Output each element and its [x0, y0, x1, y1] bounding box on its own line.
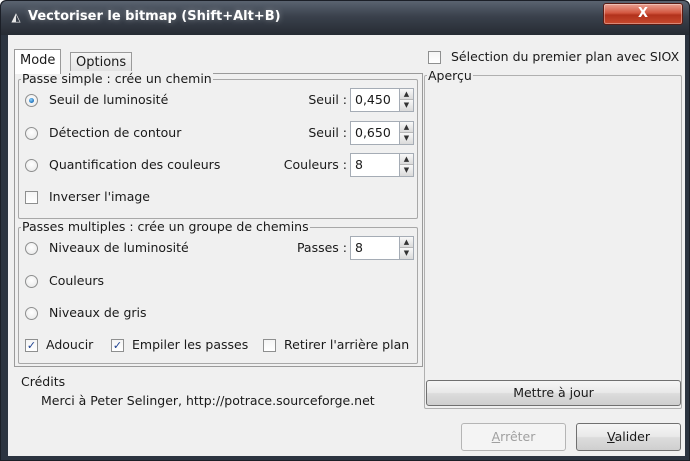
update-preview-button[interactable]: Mettre à jour: [426, 380, 681, 406]
colors-count-spinner[interactable]: 8 ▲ ▼: [350, 153, 414, 177]
window-title: Vectoriser le bitmap (Shift+Alt+B): [28, 9, 281, 24]
edge-threshold-spinner[interactable]: 0,650 ▲ ▼: [350, 121, 414, 145]
brightness-cutoff-radio[interactable]: [25, 94, 38, 107]
spin-down-icon[interactable]: ▼: [400, 100, 413, 111]
multi-pass-legend: Passes multiples : crée un groupe de che…: [21, 219, 310, 234]
colors-count-label: Couleurs :: [283, 157, 347, 172]
edge-detection-label: Détection de contour: [49, 125, 182, 140]
spin-buttons: ▲ ▼: [399, 237, 413, 259]
dialog-body: Mode Options Passe simple : crée un chem…: [8, 35, 685, 456]
smooth-label: Adoucir: [46, 337, 94, 352]
credits-text: Merci à Peter Selinger, http://potrace.s…: [41, 393, 375, 408]
tab-options[interactable]: Options: [70, 52, 133, 73]
spin-down-icon[interactable]: ▼: [400, 248, 413, 259]
spin-down-icon[interactable]: ▼: [400, 133, 413, 144]
colors-count-value[interactable]: 8: [355, 157, 363, 172]
ok-button[interactable]: Valider: [576, 423, 681, 451]
preview-legend: Aperçu: [427, 68, 473, 83]
scans-spinner[interactable]: 8 ▲ ▼: [350, 236, 414, 260]
colors-label: Couleurs: [49, 273, 105, 288]
smooth-checkbox[interactable]: ✓: [25, 339, 38, 352]
mode-tab-panel: Passe simple : crée un chemin Seuil de l…: [14, 71, 423, 367]
dialog-window: ◭ Vectoriser le bitmap (Shift+Alt+B) X M…: [0, 0, 690, 461]
credits-title: Crédits: [21, 374, 66, 389]
stack-scans-checkbox[interactable]: ✓: [111, 339, 124, 352]
spin-buttons: ▲ ▼: [399, 89, 413, 111]
spin-up-icon[interactable]: ▲: [400, 237, 413, 248]
remove-background-label: Retirer l'arrière plan: [284, 337, 410, 352]
color-quantization-label: Quantification des couleurs: [49, 157, 221, 172]
edge-threshold-value[interactable]: 0,650: [355, 125, 391, 140]
spin-up-icon[interactable]: ▲: [400, 122, 413, 133]
scans-value[interactable]: 8: [355, 240, 363, 255]
colors-radio[interactable]: [25, 275, 38, 288]
brightness-threshold-spinner[interactable]: 0,450 ▲ ▼: [350, 88, 414, 112]
brightness-steps-radio[interactable]: [25, 242, 38, 255]
spin-down-icon[interactable]: ▼: [400, 165, 413, 176]
spin-buttons: ▲ ▼: [399, 154, 413, 176]
grays-label: Niveaux de gris: [49, 305, 147, 320]
stop-button[interactable]: Arrêter: [461, 423, 566, 451]
remove-background-checkbox[interactable]: [263, 339, 276, 352]
brightness-cutoff-label: Seuil de luminosité: [49, 92, 169, 107]
title-bar[interactable]: ◭ Vectoriser le bitmap (Shift+Alt+B) X: [1, 1, 689, 35]
close-button[interactable]: X: [603, 3, 683, 25]
brightness-threshold-label: Seuil :: [308, 92, 347, 107]
siox-label: Sélection du premier plan avec SIOX: [451, 49, 680, 64]
invert-image-checkbox[interactable]: [25, 191, 38, 204]
tab-mode[interactable]: Mode: [14, 49, 62, 74]
multi-pass-group: Passes multiples : crée un groupe de che…: [18, 219, 418, 364]
invert-image-label: Inverser l'image: [49, 189, 150, 204]
brightness-steps-label: Niveaux de luminosité: [49, 240, 189, 255]
edge-threshold-label: Seuil :: [308, 125, 347, 140]
edge-detection-radio[interactable]: [25, 127, 38, 140]
color-quantization-radio[interactable]: [25, 159, 38, 172]
stack-scans-label: Empiler les passes: [132, 337, 249, 352]
brightness-threshold-value[interactable]: 0,450: [355, 92, 391, 107]
spin-up-icon[interactable]: ▲: [400, 89, 413, 100]
spin-buttons: ▲ ▼: [399, 122, 413, 144]
single-pass-group: Passe simple : crée un chemin Seuil de l…: [18, 71, 418, 219]
siox-checkbox[interactable]: [428, 51, 441, 64]
preview-frame: Aperçu: [424, 68, 682, 409]
scans-label: Passes :: [296, 240, 347, 255]
grays-radio[interactable]: [25, 307, 38, 320]
spin-up-icon[interactable]: ▲: [400, 154, 413, 165]
inkscape-icon: ◭: [11, 10, 21, 24]
